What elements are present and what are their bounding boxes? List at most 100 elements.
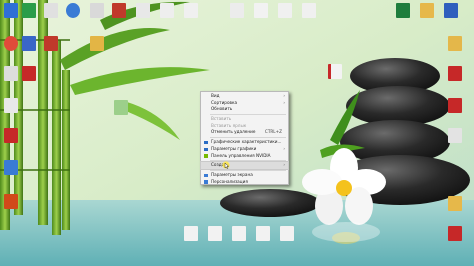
file-icon [448,128,462,143]
app-icon [112,3,126,18]
desktop-icon-2[interactable] [20,3,38,18]
desktop-icon-34[interactable] [182,226,200,241]
menu-item-new[interactable]: Создать › [200,161,289,170]
desktop-icon-27[interactable] [326,64,344,79]
menu-item-display-settings[interactable]: Параметры экрана [201,172,288,179]
desktop-icon-15[interactable] [442,3,460,18]
desktop-icon-10[interactable] [228,3,246,18]
desktop-icon-8[interactable] [158,3,176,18]
app-icon [22,3,36,18]
desktop-icon-12b[interactable] [300,3,318,18]
desktop-icon-36[interactable] [230,226,248,241]
file-icon [136,3,150,18]
menu-item-graphics-properties[interactable]: Графические характеристики... [201,139,288,146]
desktop-icon-3[interactable] [42,3,60,18]
folder-icon [448,196,462,211]
desktop-icon-26[interactable] [112,100,130,115]
chevron-right-icon: › [283,93,285,98]
file-icon [278,3,292,18]
app-icon [22,36,36,51]
desktop-context-menu: Вид › Сортировка › Обновить Вставить Встав… [200,91,289,185]
folder-icon [90,36,104,51]
desktop-icon-38[interactable] [278,226,296,241]
pdf-icon [448,226,462,241]
desktop-icon-24[interactable] [2,160,20,175]
display-settings-icon [204,173,208,178]
file-icon [230,3,244,18]
intel-graphics-icon [204,140,208,145]
menu-item-paste-shortcut[interactable]: Вставить ярлык [201,123,288,130]
menu-separator [210,169,286,171]
file-icon [4,98,18,113]
menu-item-nvidia-control-panel[interactable]: Панель управления NVIDIA [201,153,288,160]
app-icon [44,3,58,18]
chevron-right-icon: › [283,99,285,105]
file-icon [4,194,18,209]
desktop-icon-33[interactable] [446,226,464,241]
desktop-icon-21[interactable] [20,66,38,81]
desktop-icon-32[interactable] [446,196,464,211]
desktop-icon-19[interactable] [88,36,106,51]
desktop-icon-25[interactable] [2,194,20,209]
file-icon [4,66,18,81]
desktop-icon-17[interactable] [20,36,38,51]
desktop-icon-30[interactable] [446,98,464,113]
desktop-icon-13[interactable] [394,3,412,18]
desktop-icon-4[interactable] [64,3,82,18]
desktop-icon-20[interactable] [2,66,20,81]
app-icon [4,3,18,18]
file-icon [4,128,18,143]
menu-item-view[interactable]: Вид › [201,93,288,100]
desktop-icon-16[interactable] [2,36,20,51]
desktop-icon-7[interactable] [134,3,152,18]
menu-separator [210,114,286,116]
menu-item-refresh[interactable]: Обновить [201,106,288,113]
menu-item-paste[interactable]: Вставить [201,116,288,123]
desktop-icon-1[interactable] [2,3,20,18]
file-icon [232,226,246,241]
menu-item-personalize[interactable]: Персонализация [201,179,288,186]
intel-graphics-icon [204,147,208,151]
chevron-right-icon: › [283,162,285,168]
pdf-icon [328,64,342,79]
desktop-icon-9[interactable] [182,3,200,18]
desktop-icon-5[interactable] [88,3,106,18]
file-icon [184,3,198,18]
desktop-icon-14[interactable] [418,3,436,18]
shortcut-label: CTRL+Z [264,129,282,135]
desktop-icon-12[interactable] [276,3,294,18]
menu-item-sort[interactable]: Сортировка › [201,100,288,107]
desktop-icon-35[interactable] [206,226,224,241]
file-icon [160,3,174,18]
desktop-icon-6[interactable] [110,3,128,18]
file-icon [280,226,294,241]
file-icon [302,3,316,18]
word-icon [444,3,458,18]
file-icon [90,3,104,18]
desktop-icon-31[interactable] [446,128,464,143]
excel-icon [396,3,410,18]
nvidia-icon [204,154,208,158]
file-icon [208,226,222,241]
desktop-icon-28[interactable] [446,36,464,51]
desktop-icon-22[interactable] [2,98,20,113]
menu-item-undo-delete[interactable]: Отменить удаление CTRL+Z [201,129,288,136]
personalization-icon [204,180,208,184]
file-icon [256,226,270,241]
folder-icon [420,3,434,18]
file-icon [184,226,198,241]
desktop-icon-23[interactable] [2,128,20,143]
desktop-icon-11[interactable] [252,3,270,18]
menu-separator [210,137,286,139]
file-icon [4,160,18,175]
menu-item-graphics-options[interactable]: Параметры графики › [201,146,288,153]
desktop-icon-37[interactable] [254,226,272,241]
chevron-right-icon: › [283,145,285,151]
image-file-icon [114,100,128,115]
file-icon [448,98,462,113]
desktop-icon-18[interactable] [42,36,60,51]
desktop-icon-29[interactable] [446,66,464,81]
file-icon [254,3,268,18]
file-icon [22,66,36,81]
file-icon [448,36,462,51]
